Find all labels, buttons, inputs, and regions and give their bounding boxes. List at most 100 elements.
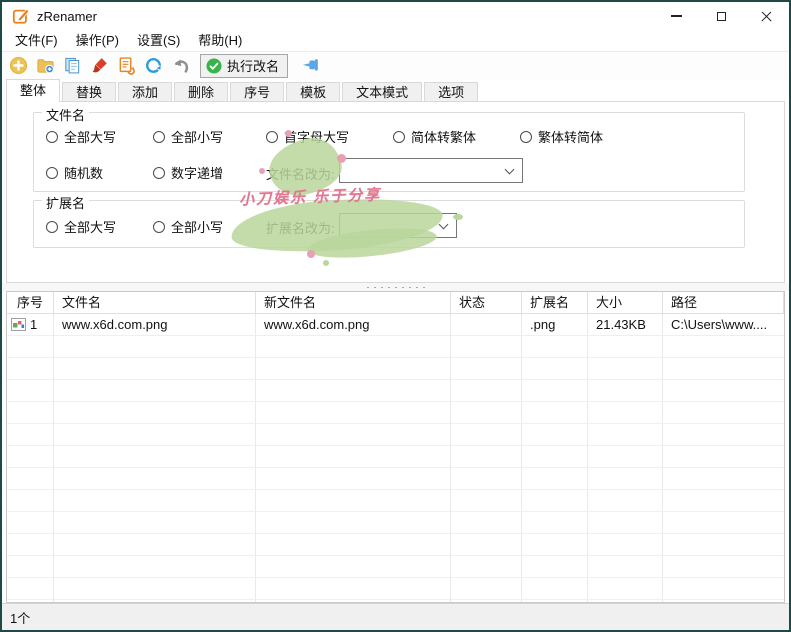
undo-button[interactable] xyxy=(169,55,191,77)
radio-label: 繁体转简体 xyxy=(538,127,603,146)
close-icon xyxy=(760,10,773,23)
table-row[interactable]: 1 www.x6d.com.png www.x6d.com.png .png 2… xyxy=(7,314,784,336)
refresh-button[interactable] xyxy=(142,55,164,77)
radio-icon xyxy=(153,167,165,179)
copy-list-icon xyxy=(63,56,82,75)
column-header-filename[interactable]: 文件名 xyxy=(54,292,256,314)
table-empty-row xyxy=(7,578,784,600)
radio-label: 全部小写 xyxy=(171,127,223,146)
window-controls xyxy=(654,2,789,30)
column-header-status[interactable]: 状态 xyxy=(451,292,522,314)
file-thumbnail-icon xyxy=(11,318,26,331)
column-header-new-filename[interactable]: 新文件名 xyxy=(256,292,451,314)
radio-label: 简体转繁体 xyxy=(411,127,476,146)
app-window: zRenamer 文件(F) 操作(P) 设置(S) 帮助(H) xyxy=(0,0,791,632)
table-empty-row xyxy=(7,402,784,424)
radio-filename-random[interactable]: 随机数 xyxy=(46,163,103,182)
pin-button[interactable] xyxy=(299,55,321,77)
table-empty-row xyxy=(7,424,784,446)
radio-icon xyxy=(266,131,278,143)
radio-filename-uppercase[interactable]: 全部大写 xyxy=(46,127,116,146)
table-empty-row xyxy=(7,490,784,512)
pin-icon xyxy=(299,55,321,77)
file-table: 序号 文件名 新文件名 状态 扩展名 大小 路径 1 www.x6d.com.p… xyxy=(6,291,785,603)
maximize-button[interactable] xyxy=(699,2,744,30)
menu-settings[interactable]: 设置(S) xyxy=(128,30,189,51)
refresh-icon xyxy=(144,56,163,75)
extension-groupbox: 扩展名 全部大写 全部小写 扩展名改为: xyxy=(33,200,745,248)
tab-bar: 整体 替换 添加 删除 序号 模板 文本模式 选项 xyxy=(2,79,789,102)
window-title: zRenamer xyxy=(37,9,97,24)
rename-refresh-button[interactable] xyxy=(115,55,137,77)
execute-rename-button[interactable]: 执行改名 xyxy=(200,54,288,78)
cell-size: 21.43KB xyxy=(588,314,663,336)
tab-textmode[interactable]: 文本模式 xyxy=(342,82,422,102)
filename-combobox[interactable] xyxy=(339,158,523,183)
cell-new-filename: www.x6d.com.png xyxy=(256,314,451,336)
table-header: 序号 文件名 新文件名 状态 扩展名 大小 路径 xyxy=(7,292,784,314)
column-header-path[interactable]: 路径 xyxy=(663,292,784,314)
radio-icon xyxy=(46,221,58,233)
copy-list-button[interactable] xyxy=(61,55,83,77)
radio-label: 首字母大写 xyxy=(284,127,349,146)
table-empty-row xyxy=(7,446,784,468)
table-empty-row xyxy=(7,468,784,490)
tab-delete[interactable]: 删除 xyxy=(174,82,228,102)
menu-help[interactable]: 帮助(H) xyxy=(189,30,251,51)
menu-bar: 文件(F) 操作(P) 设置(S) 帮助(H) xyxy=(2,30,789,52)
chevron-down-icon xyxy=(505,165,515,175)
toolbar: 执行改名 xyxy=(2,52,789,79)
menu-operate[interactable]: 操作(P) xyxy=(67,30,128,51)
status-bar: 1个 xyxy=(2,603,789,630)
minimize-icon xyxy=(671,15,682,17)
minimize-button[interactable] xyxy=(654,2,699,30)
radio-filename-simplified-to-traditional[interactable]: 简体转繁体 xyxy=(393,127,476,146)
radio-filename-lowercase[interactable]: 全部小写 xyxy=(153,127,223,146)
radio-label: 全部大写 xyxy=(64,217,116,236)
table-empty-rows xyxy=(7,336,784,603)
extension-rename-label: 扩展名改为: xyxy=(266,218,335,237)
radio-icon xyxy=(153,221,165,233)
tab-whole[interactable]: 整体 xyxy=(6,79,60,102)
tab-template[interactable]: 模板 xyxy=(286,82,340,102)
radio-icon xyxy=(520,131,532,143)
splitter-handle[interactable] xyxy=(2,283,789,291)
check-circle-icon xyxy=(206,58,222,74)
menu-file[interactable]: 文件(F) xyxy=(6,30,67,51)
radio-label: 数字递增 xyxy=(171,163,223,182)
table-empty-row xyxy=(7,358,784,380)
item-count: 1个 xyxy=(10,608,30,627)
maximize-icon xyxy=(717,12,726,21)
radio-extension-lowercase[interactable]: 全部小写 xyxy=(153,217,223,236)
tab-options[interactable]: 选项 xyxy=(424,82,478,102)
execute-rename-label: 执行改名 xyxy=(227,56,279,75)
radio-icon xyxy=(46,131,58,143)
radio-extension-uppercase[interactable]: 全部大写 xyxy=(46,217,116,236)
cell-filename: www.x6d.com.png xyxy=(54,314,256,336)
cell-status xyxy=(451,314,522,336)
radio-filename-increment[interactable]: 数字递增 xyxy=(153,163,223,182)
filename-groupbox: 文件名 全部大写 全部小写 首字母大写 简体转繁体 繁体转简体 xyxy=(33,112,745,192)
column-header-extension[interactable]: 扩展名 xyxy=(522,292,588,314)
add-folder-button[interactable] xyxy=(34,55,56,77)
add-files-button[interactable] xyxy=(7,55,29,77)
splitter-dots-icon xyxy=(367,286,425,289)
extension-combobox[interactable] xyxy=(339,213,457,238)
close-button[interactable] xyxy=(744,2,789,30)
column-header-index[interactable]: 序号 xyxy=(7,292,54,314)
cell-path: C:\Users\www.... xyxy=(663,314,784,336)
tab-panel-whole: 文件名 全部大写 全部小写 首字母大写 简体转繁体 繁体转简体 xyxy=(6,101,785,283)
table-empty-row xyxy=(7,512,784,534)
column-header-size[interactable]: 大小 xyxy=(588,292,663,314)
radio-icon xyxy=(153,131,165,143)
table-empty-row xyxy=(7,534,784,556)
tab-replace[interactable]: 替换 xyxy=(62,82,116,102)
radio-filename-traditional-to-simplified[interactable]: 繁体转简体 xyxy=(520,127,603,146)
table-empty-row xyxy=(7,556,784,578)
extension-group-title: 扩展名 xyxy=(42,193,89,212)
radio-icon xyxy=(46,167,58,179)
tab-add[interactable]: 添加 xyxy=(118,82,172,102)
radio-filename-capitalize[interactable]: 首字母大写 xyxy=(266,127,349,146)
clear-list-button[interactable] xyxy=(88,55,110,77)
tab-sequence[interactable]: 序号 xyxy=(230,82,284,102)
